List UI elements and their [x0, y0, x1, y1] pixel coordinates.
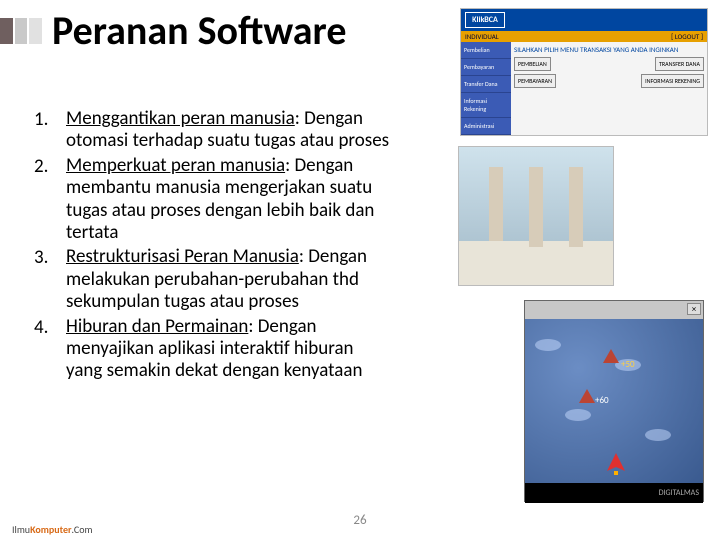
- item-number: 2.: [34, 155, 66, 245]
- close-icon: ×: [687, 303, 701, 315]
- slide-tab: [0, 18, 44, 44]
- game-titlebar: ×: [525, 301, 703, 319]
- footer-logo: IlmuKomputer.Com: [12, 523, 92, 536]
- banking-sidebar: Pembelian Pembayaran Transfer Dana Infor…: [461, 42, 511, 135]
- banking-button: PEMBELIAN: [514, 57, 551, 71]
- banking-main: SILAHKAN PILIH MENU TRANSAKSI YANG ANDA …: [511, 42, 707, 135]
- item-number: 1.: [34, 108, 66, 153]
- slide-title: Peranan Software: [52, 6, 346, 55]
- player-ship-icon: [607, 453, 625, 475]
- banking-logo: KlikBCA: [465, 12, 505, 28]
- banking-button: INFORMASI REKENING: [641, 74, 704, 88]
- game-brand: DIGITALMAS: [525, 483, 703, 503]
- item-text: Hiburan dan Permainan: Dengan menyajikan…: [66, 316, 392, 383]
- list-item: 4. Hiburan dan Permainan: Dengan menyaji…: [34, 316, 392, 383]
- list-item: 2. Memperkuat peran manusia: Dengan memb…: [34, 155, 392, 245]
- enemy-icon: [603, 349, 619, 363]
- item-number: 4.: [34, 316, 66, 383]
- content-list: 1. Menggantikan peran manusia: Dengan ot…: [34, 108, 392, 385]
- score-popup: +60: [595, 395, 609, 406]
- page-number: 26: [353, 513, 366, 528]
- score-popup: +50: [621, 359, 635, 370]
- game-area: +50 +60: [525, 319, 703, 483]
- game-screenshot: × 186 +50 +60 DIGITALMAS: [524, 300, 704, 502]
- banking-screenshot: KlikBCA INDIVIDUAL [ LOGOUT ] Pembelian …: [460, 8, 708, 136]
- banking-button: PEMBAYARAN: [514, 74, 556, 88]
- list-item: 1. Menggantikan peran manusia: Dengan ot…: [34, 108, 392, 153]
- list-item: 3. Restrukturisasi Peran Manusia: Dengan…: [34, 246, 392, 313]
- banking-button: TRANSFER DANA: [655, 57, 704, 71]
- enemy-icon: [579, 389, 595, 403]
- item-text: Menggantikan peran manusia: Dengan otoma…: [66, 108, 392, 153]
- library-photo: [458, 146, 614, 286]
- banking-bar: INDIVIDUAL [ LOGOUT ]: [461, 31, 707, 42]
- banking-header: KlikBCA: [461, 9, 707, 31]
- item-text: Memperkuat peran manusia: Dengan membant…: [66, 155, 392, 245]
- item-text: Restrukturisasi Peran Manusia: Dengan me…: [66, 246, 392, 313]
- item-number: 3.: [34, 246, 66, 313]
